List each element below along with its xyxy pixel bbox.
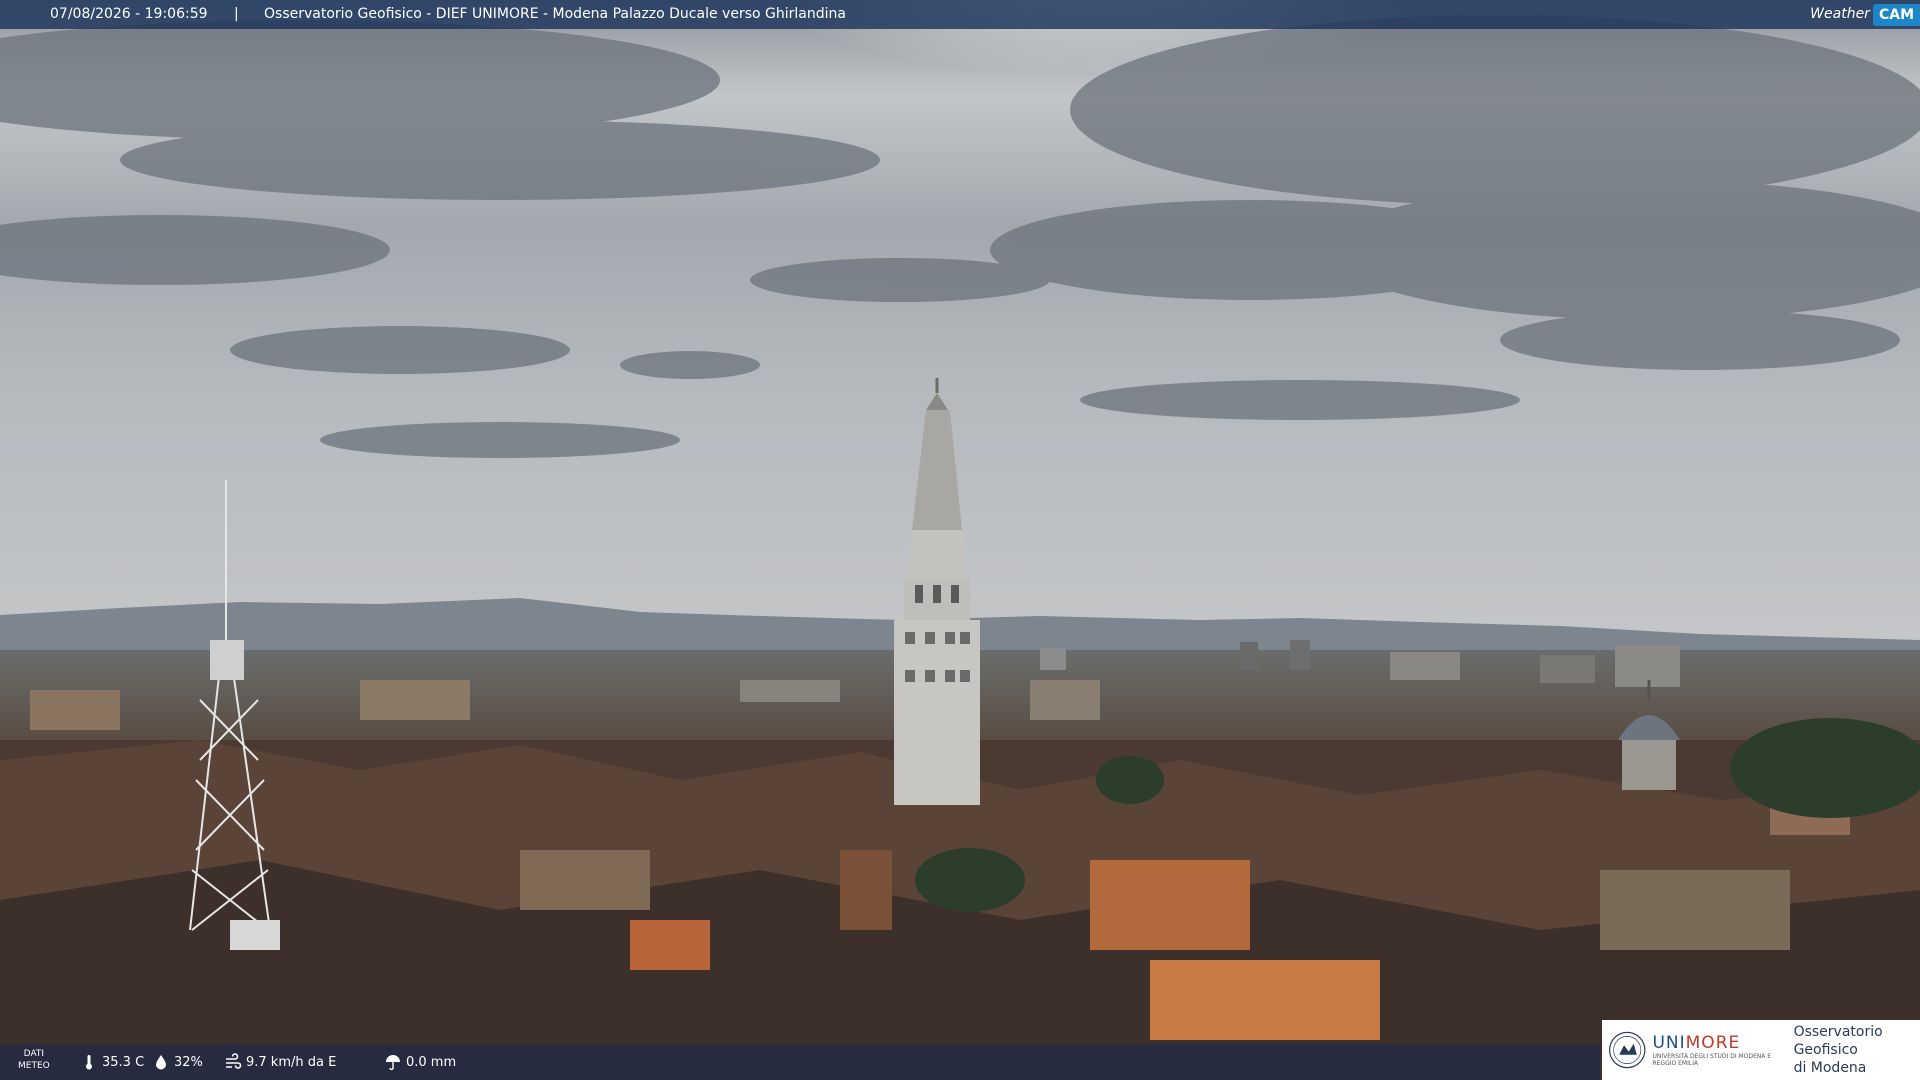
observatory-name: Osservatorio Geofisico di Modena: [1794, 1023, 1920, 1077]
humidity-readout: 32%: [152, 1044, 203, 1080]
uni-suffix: MORE: [1685, 1033, 1741, 1053]
temperature-readout: 35.3 C: [80, 1044, 144, 1080]
meteo-label-line2: METEO: [18, 1061, 50, 1071]
cam-wordmark: CAM: [1872, 3, 1920, 26]
camera-title: Osservatorio Geofisico - DIEF UNIMORE - …: [264, 6, 846, 22]
wind-readout: 9.7 km/h da E: [224, 1044, 336, 1080]
observatory-line1: Osservatorio Geofisico: [1793, 1024, 1883, 1058]
university-seal-icon: [1609, 1031, 1646, 1069]
university-fullname: UNIVERSITÀ DEGLI STUDI DI MODENA E REGGI…: [1652, 1053, 1772, 1067]
uni-prefix: UNI: [1652, 1033, 1686, 1053]
rain-value: 0.0 mm: [406, 1054, 457, 1070]
thermometer-icon: [86, 1055, 92, 1070]
meteo-bar: DATI METEO 35.3 C 32% 9.7 km/h da E 0.0 …: [0, 1044, 1600, 1080]
humidity-drop-icon: [156, 1055, 166, 1070]
weather-wordmark: Weather: [1810, 6, 1870, 22]
rain-readout: 0.0 mm: [384, 1044, 456, 1080]
wind-icon: [226, 1053, 242, 1069]
rain-umbrella-icon: [386, 1055, 400, 1071]
meteo-label-line1: DATI: [23, 1049, 45, 1059]
unimore-brand: UNIMORE UNIVERSITÀ DEGLI STUDI DI MODENA…: [1652, 1033, 1785, 1067]
header-bar: 07/08/2026 - 19:06:59 | Osservatorio Geo…: [0, 0, 1920, 29]
temperature-value: 35.3 C: [102, 1054, 145, 1070]
wind-value: 9.7 km/h da E: [246, 1054, 337, 1070]
header-separator: |: [234, 6, 239, 22]
webcam-scene: [0, 0, 1920, 1080]
meteo-label: DATI METEO: [18, 1048, 50, 1072]
timestamp: 07/08/2026 - 19:06:59: [50, 6, 208, 22]
humidity-value: 32%: [174, 1054, 203, 1070]
unimore-name: UNIMORE: [1652, 1033, 1785, 1053]
unimore-logo-panel: UNIMORE UNIVERSITÀ DEGLI STUDI DI MODENA…: [1602, 1020, 1920, 1080]
observatory-line2: di Modena: [1793, 1060, 1867, 1076]
weathercam-logo: Weather CAM: [1810, 0, 1920, 29]
